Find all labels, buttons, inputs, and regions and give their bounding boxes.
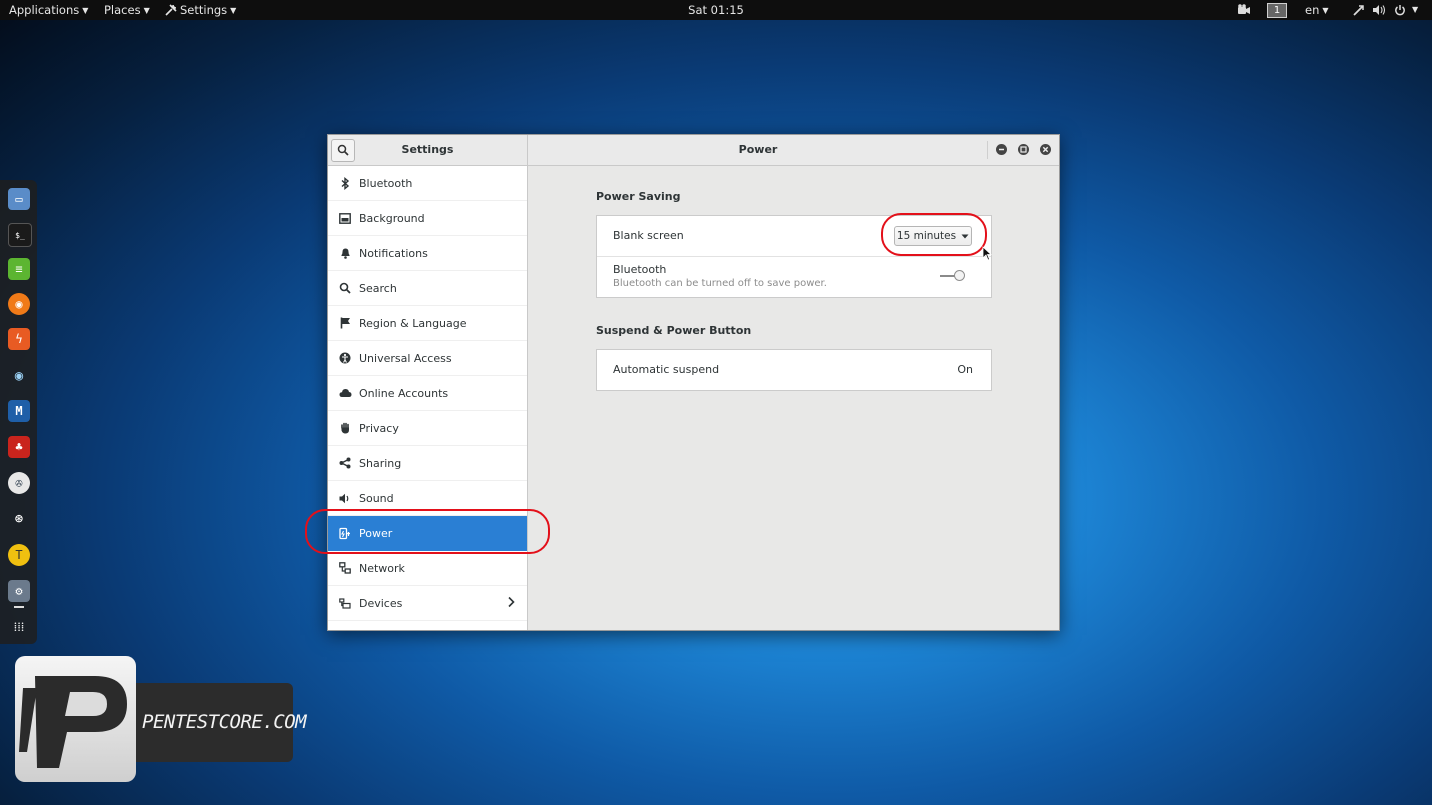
dock: ▭ $_ ≡ ◉ ϟ ◉ M ♣ ✇ ⊛ T ⚙ ⁞⁞⁞ (0, 180, 37, 644)
panel-title: Power (738, 143, 778, 156)
dropdown-annotation-oval (881, 213, 987, 256)
sidebar-item-label: Region & Language (359, 316, 467, 330)
sidebar-item-network[interactable]: Network (328, 551, 527, 586)
maltego-icon[interactable]: ✇ (8, 472, 30, 494)
sidebar-item-privacy[interactable]: Privacy (328, 411, 527, 446)
sidebar-item-notifications[interactable]: Notifications (328, 236, 527, 271)
maximize-icon (1020, 146, 1027, 153)
automatic-suspend-value: On (957, 363, 973, 376)
blank-screen-label: Blank screen (613, 229, 684, 242)
search-icon (338, 281, 352, 295)
share-icon (338, 456, 352, 470)
show-apps-icon[interactable]: ⁞⁞⁞ (8, 616, 30, 638)
sidebar-item-label: Notifications (359, 246, 428, 260)
top-bar: Applications ▼ Places ▼ Settings ▼ Sat 0… (0, 0, 1432, 20)
sidebar-item-devices[interactable]: Devices (328, 586, 527, 621)
bluetooth-power-label: Bluetooth (613, 263, 667, 276)
close-button[interactable] (1040, 144, 1051, 155)
network-icon (338, 561, 352, 575)
beef-icon[interactable]: T (8, 544, 30, 566)
sidebar-item-online-accounts[interactable]: Online Accounts (328, 376, 527, 411)
chevron-right-icon (508, 596, 515, 608)
sidebar-title: Settings (328, 135, 528, 165)
bluetooth-power-switch[interactable] (940, 270, 968, 282)
sidebar-item-label: Sound (359, 491, 394, 505)
chevron-down-icon[interactable]: ▼ (1412, 5, 1418, 14)
clock[interactable]: Sat 01:15 (0, 3, 1432, 17)
sidebar-item-label: Background (359, 211, 425, 225)
bluetooth-power-row: Bluetooth Bluetooth can be turned off to… (597, 257, 991, 297)
burpsuite-icon[interactable]: ϟ (8, 328, 30, 350)
close-icon (1042, 146, 1049, 153)
background-icon (338, 211, 352, 225)
language-menu[interactable]: en ▼ (1305, 3, 1329, 17)
settings-sidebar: Bluetooth Background Notifications Searc… (328, 166, 528, 630)
logo-p-icon (19, 676, 127, 768)
metasploit-icon[interactable]: M (8, 400, 30, 422)
mouse-cursor-icon (982, 246, 992, 261)
minimize-button[interactable] (996, 144, 1007, 155)
volume-icon[interactable] (1372, 4, 1386, 16)
suspend-heading: Suspend & Power Button (596, 324, 752, 337)
cloud-icon (338, 386, 352, 400)
watermark-text: PENTESTCORE.COM (142, 711, 307, 733)
sidebar-item-label: Sharing (359, 456, 402, 470)
sidebar-item-label: Privacy (359, 421, 399, 435)
settings-window: Settings Power Bluetooth Background Noti… (327, 134, 1060, 631)
sidebar-item-label: Devices (359, 596, 403, 610)
maximize-button[interactable] (1018, 144, 1029, 155)
firefox-icon[interactable]: ◉ (8, 293, 30, 315)
accessibility-icon (338, 351, 352, 365)
bluetooth-power-description: Bluetooth can be turned off to save powe… (613, 278, 827, 289)
running-indicator (14, 606, 24, 608)
automatic-suspend-row[interactable]: Automatic suspend On (597, 350, 991, 390)
network-wired-icon[interactable] (1352, 4, 1365, 16)
automatic-suspend-label: Automatic suspend (613, 363, 720, 376)
eye-icon[interactable]: ◉ (8, 365, 30, 387)
sidebar-item-region-language[interactable]: Region & Language (328, 306, 527, 341)
files-icon[interactable]: ▭ (8, 188, 30, 210)
flag-icon (338, 316, 352, 330)
text-editor-icon[interactable]: ≡ (8, 258, 30, 280)
suspend-list: Automatic suspend On (596, 349, 992, 391)
title-bar: Settings Power (328, 135, 1059, 166)
sidebar-item-label: Universal Access (359, 351, 452, 365)
workspace-indicator[interactable]: 1 (1267, 3, 1287, 18)
speaker-icon (338, 491, 352, 505)
settings-icon[interactable]: ⚙ (8, 580, 30, 602)
video-camera-icon[interactable] (1237, 4, 1251, 16)
power-saving-heading: Power Saving (596, 190, 681, 203)
cherrytree-icon[interactable]: ♣ (8, 436, 30, 458)
sidebar-item-search[interactable]: Search (328, 271, 527, 306)
chevron-down-icon: ▼ (1322, 5, 1329, 15)
sidebar-item-label: Bluetooth (359, 176, 413, 190)
title-separator (987, 141, 988, 159)
power-icon[interactable] (1394, 4, 1406, 16)
power-annotation-oval (305, 509, 550, 554)
pentestcore-logo (15, 656, 136, 782)
wireless-icon[interactable]: ⊛ (8, 508, 30, 530)
hand-icon (338, 421, 352, 435)
language-label: en (1305, 3, 1320, 17)
sidebar-item-label: Search (359, 281, 397, 295)
devices-icon (338, 596, 352, 610)
sidebar-item-bluetooth[interactable]: Bluetooth (328, 166, 527, 201)
bell-icon (338, 246, 352, 260)
sidebar-item-label: Online Accounts (359, 386, 449, 400)
sidebar-item-label: Network (359, 561, 405, 575)
sidebar-item-background[interactable]: Background (328, 201, 527, 236)
bluetooth-icon (338, 176, 352, 190)
sidebar-item-universal-access[interactable]: Universal Access (328, 341, 527, 376)
sidebar-item-sharing[interactable]: Sharing (328, 446, 527, 481)
switch-knob[interactable] (954, 270, 965, 281)
minimize-icon (999, 148, 1004, 151)
terminal-icon[interactable]: $_ (8, 223, 32, 247)
